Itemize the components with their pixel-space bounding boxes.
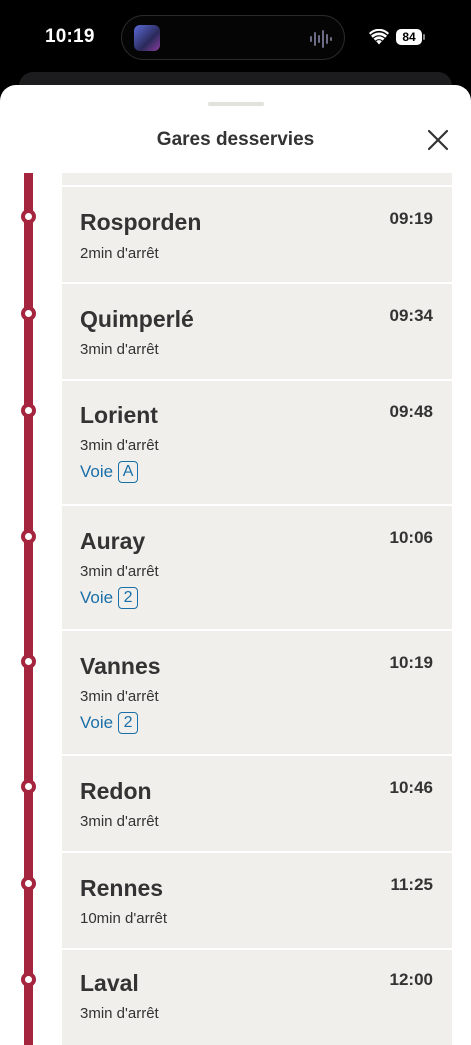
stop-name: Quimperlé <box>80 306 194 332</box>
stop-marker <box>21 306 36 321</box>
stop-time: 10:46 <box>389 778 433 797</box>
platform-label: Voie <box>80 588 114 607</box>
stop-marker <box>21 654 36 669</box>
stop-time: 09:19 <box>389 209 433 228</box>
route-line <box>24 173 33 1045</box>
stop-row[interactable]: Quimperlé 09:34 3min d'arrêt <box>62 284 452 379</box>
close-icon <box>427 129 449 151</box>
audio-waveform-icon <box>310 30 332 48</box>
stop-row[interactable]: Vannes 10:19 3min d'arrêt Voie 2 <box>62 631 452 754</box>
platform-badge: A <box>118 461 139 483</box>
stop-marker <box>21 779 36 794</box>
stop-name: Auray <box>80 528 146 554</box>
sheet-grabber[interactable] <box>208 102 264 106</box>
stop-time: 12:00 <box>389 970 433 989</box>
stop-dwell: 3min d'arrêt <box>80 813 159 830</box>
stop-marker <box>21 876 36 891</box>
stop-marker <box>21 403 36 418</box>
battery-indicator: 84 <box>396 29 422 45</box>
stop-dwell: 3min d'arrêt <box>80 688 159 705</box>
stop-row[interactable]: Auray 10:06 3min d'arrêt Voie 2 <box>62 506 452 629</box>
stop-row[interactable]: Rennes 11:25 10min d'arrêt <box>62 853 452 948</box>
stop-name: Rosporden <box>80 209 202 235</box>
stop-name: Vannes <box>80 653 161 679</box>
close-button[interactable] <box>424 126 452 154</box>
stop-time: 09:48 <box>389 402 433 421</box>
stop-name: Redon <box>80 778 152 804</box>
stop-dwell: 3min d'arrêt <box>80 341 159 358</box>
platform-badge: 2 <box>118 587 139 609</box>
stations-sheet: Gares desservies Rosporden 09:19 2min d'… <box>0 85 471 1045</box>
stop-row[interactable]: Redon 10:46 3min d'arrêt <box>62 756 452 851</box>
stop-name: Rennes <box>80 875 164 901</box>
status-time: 10:19 <box>45 26 95 47</box>
stop-dwell: 3min d'arrêt <box>80 563 159 580</box>
platform-label: Voie <box>80 462 114 481</box>
stop-marker <box>21 972 36 987</box>
previous-stop-edge <box>62 173 452 185</box>
stop-dwell: 10min d'arrêt <box>80 910 168 927</box>
stop-dwell: 3min d'arrêt <box>80 1005 159 1022</box>
stop-dwell: 3min d'arrêt <box>80 437 159 454</box>
platform-label: Voie <box>80 713 114 732</box>
stop-marker <box>21 529 36 544</box>
dynamic-island[interactable] <box>121 15 345 60</box>
stop-time: 10:19 <box>389 653 433 672</box>
stop-row[interactable]: Lorient 09:48 3min d'arrêt Voie A <box>62 381 452 504</box>
stop-row[interactable]: Rosporden 09:19 2min d'arrêt <box>62 187 452 282</box>
platform-link[interactable]: Voie 2 <box>80 712 139 734</box>
stop-marker <box>21 209 36 224</box>
wifi-icon <box>369 29 389 45</box>
platform-link[interactable]: Voie A <box>80 461 139 483</box>
stop-row[interactable]: Laval 12:00 3min d'arrêt <box>62 950 452 1045</box>
now-playing-artwork <box>134 25 160 51</box>
stop-time: 09:34 <box>389 306 433 325</box>
stop-name: Laval <box>80 970 139 996</box>
platform-link[interactable]: Voie 2 <box>80 587 139 609</box>
platform-badge: 2 <box>118 712 139 734</box>
stop-dwell: 2min d'arrêt <box>80 245 159 262</box>
stop-time: 11:25 <box>390 875 433 894</box>
stop-time: 10:06 <box>389 528 433 547</box>
status-bar: 10:19 84 <box>0 0 471 78</box>
stop-name: Lorient <box>80 402 158 428</box>
sheet-title: Gares desservies <box>156 129 315 150</box>
battery-tip <box>423 34 425 40</box>
